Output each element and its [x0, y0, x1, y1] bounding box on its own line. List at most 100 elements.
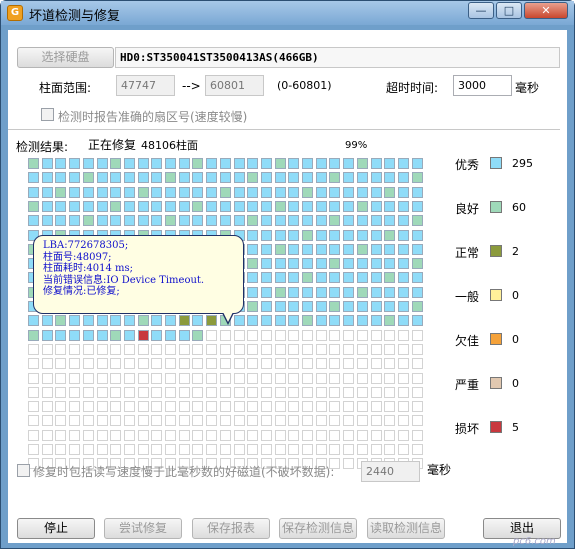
grid-cell[interactable]: [343, 286, 355, 298]
grid-cell[interactable]: [82, 386, 94, 398]
grid-cell[interactable]: [247, 229, 259, 241]
grid-cell[interactable]: [123, 444, 135, 455]
grid-cell[interactable]: [397, 415, 409, 427]
grid-cell[interactable]: [384, 158, 396, 169]
grid-cell[interactable]: [329, 286, 341, 298]
grid-cell[interactable]: [274, 272, 286, 284]
grid-cell[interactable]: [397, 429, 409, 441]
grid-cell[interactable]: [302, 286, 313, 298]
grid-cell[interactable]: [82, 200, 94, 212]
grid-cell[interactable]: [302, 386, 313, 398]
grid-cell[interactable]: [151, 200, 163, 212]
grid-cell[interactable]: [219, 415, 231, 427]
grid-cell[interactable]: [288, 444, 300, 455]
grid-cell[interactable]: [165, 158, 176, 169]
grid-cell[interactable]: [233, 358, 245, 370]
grid-cell[interactable]: [260, 343, 272, 355]
grid-cell[interactable]: [274, 243, 286, 255]
grid-cell[interactable]: [192, 215, 204, 227]
grid-cell[interactable]: [260, 315, 272, 327]
grid-cell[interactable]: [137, 172, 149, 184]
grid-cell[interactable]: [288, 372, 300, 384]
grid-cell[interactable]: [411, 186, 423, 198]
grid-cell[interactable]: [343, 329, 355, 341]
grid-cell[interactable]: [151, 215, 163, 227]
grid-cell[interactable]: [28, 372, 39, 384]
grid-cell[interactable]: [370, 186, 382, 198]
grid-cell[interactable]: [260, 229, 272, 241]
grid-cell[interactable]: [151, 386, 163, 398]
grid-cell[interactable]: [302, 329, 313, 341]
slow-track-input[interactable]: 2440: [361, 461, 420, 482]
grid-cell[interactable]: [274, 372, 286, 384]
grid-cell[interactable]: [219, 386, 231, 398]
grid-cell[interactable]: [356, 286, 368, 298]
grid-cell[interactable]: [315, 444, 327, 455]
grid-cell[interactable]: [55, 429, 67, 441]
grid-cell[interactable]: [343, 415, 355, 427]
grid-cell[interactable]: [41, 186, 53, 198]
grid-cell[interactable]: [96, 200, 108, 212]
select-disk-button[interactable]: 选择硬盘: [17, 47, 114, 68]
grid-cell[interactable]: [82, 158, 94, 169]
grid-cell[interactable]: [41, 329, 53, 341]
grid-cell[interactable]: [137, 215, 149, 227]
grid-cell[interactable]: [247, 315, 259, 327]
grid-cell[interactable]: [411, 229, 423, 241]
grid-cell[interactable]: [343, 172, 355, 184]
grid-cell[interactable]: [370, 258, 382, 270]
grid-cell[interactable]: [151, 343, 163, 355]
grid-cell[interactable]: [151, 158, 163, 169]
grid-cell[interactable]: [82, 315, 94, 327]
grid-cell[interactable]: [82, 429, 94, 441]
save-report-button[interactable]: 保存报表: [192, 518, 270, 539]
grid-cell[interactable]: [233, 372, 245, 384]
grid-cell[interactable]: [302, 186, 313, 198]
grid-cell[interactable]: [288, 200, 300, 212]
grid-cell[interactable]: [370, 172, 382, 184]
grid-cell[interactable]: [356, 172, 368, 184]
grid-cell[interactable]: [41, 372, 53, 384]
grid-cell[interactable]: [82, 401, 94, 413]
grid-cell[interactable]: [219, 372, 231, 384]
grid-cell[interactable]: [288, 258, 300, 270]
maximize-button[interactable]: □: [496, 2, 522, 19]
grid-cell[interactable]: [69, 386, 81, 398]
grid-cell[interactable]: [96, 429, 108, 441]
grid-cell[interactable]: [41, 429, 53, 441]
grid-cell[interactable]: [329, 172, 341, 184]
grid-cell[interactable]: [219, 215, 231, 227]
grid-cell[interactable]: [96, 172, 108, 184]
grid-cell[interactable]: [274, 386, 286, 398]
grid-cell[interactable]: [302, 158, 313, 169]
grid-cell[interactable]: [82, 343, 94, 355]
grid-cell[interactable]: [69, 415, 81, 427]
grid-cell[interactable]: [397, 329, 409, 341]
grid-cell[interactable]: [288, 343, 300, 355]
grid-cell[interactable]: [28, 415, 39, 427]
grid-cell[interactable]: [247, 272, 259, 284]
grid-cell[interactable]: [206, 358, 218, 370]
grid-cell[interactable]: [55, 415, 67, 427]
grid-cell[interactable]: [55, 372, 67, 384]
grid-cell[interactable]: [178, 372, 190, 384]
grid-cell[interactable]: [343, 229, 355, 241]
grid-cell[interactable]: [288, 229, 300, 241]
grid-cell[interactable]: [329, 401, 341, 413]
grid-cell[interactable]: [110, 444, 122, 455]
grid-cell[interactable]: [206, 401, 218, 413]
grid-cell[interactable]: [28, 429, 39, 441]
grid-cell[interactable]: [206, 200, 218, 212]
grid-cell[interactable]: [192, 172, 204, 184]
grid-cell[interactable]: [55, 315, 67, 327]
grid-cell[interactable]: [247, 200, 259, 212]
grid-cell[interactable]: [219, 358, 231, 370]
grid-cell[interactable]: [288, 315, 300, 327]
grid-cell[interactable]: [397, 243, 409, 255]
grid-cell[interactable]: [329, 444, 341, 455]
grid-cell[interactable]: [96, 358, 108, 370]
grid-cell[interactable]: [192, 429, 204, 441]
grid-cell[interactable]: [69, 401, 81, 413]
grid-cell[interactable]: [384, 429, 396, 441]
grid-cell[interactable]: [69, 429, 81, 441]
